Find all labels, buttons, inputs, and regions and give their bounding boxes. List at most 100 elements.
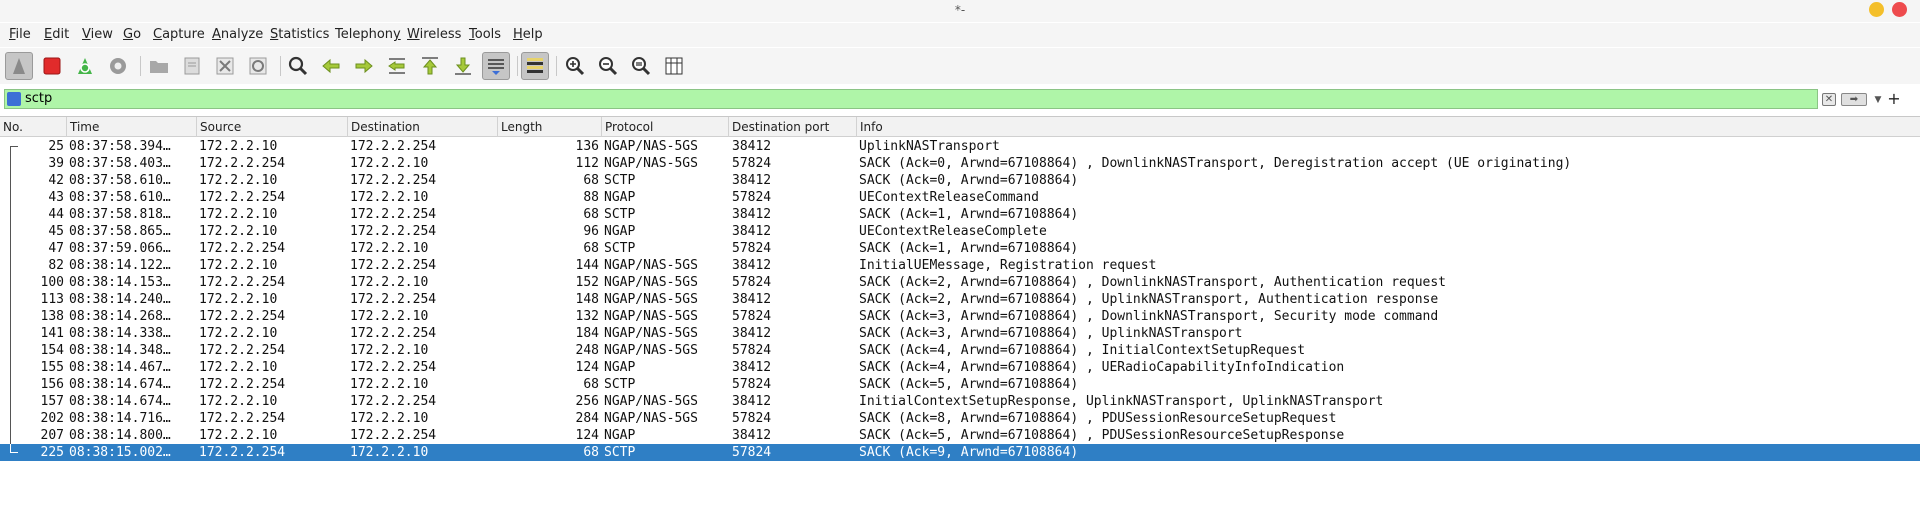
packet-list-header: No. Time Source Destination Length Proto…: [0, 117, 1920, 137]
packet-cell-info: SACK (Ack=5, Arwnd=67108864): [859, 377, 1079, 392]
zoom-in-button[interactable]: [561, 52, 589, 80]
packet-row[interactable]: 25 08:37:58.394… 172.2.2.10 172.2.2.254 136 N…: [0, 138, 1920, 155]
packet-cell-src: 172.2.2.254: [199, 309, 286, 324]
packet-cell-proto: NGAP/NAS-5GS: [604, 309, 698, 324]
column-header-protocol[interactable]: Protocol: [602, 117, 729, 137]
packet-row[interactable]: 82 08:38:14.122… 172.2.2.10 172.2.2.254 144 N…: [0, 257, 1920, 274]
packet-cell-info: SACK (Ack=0, Arwnd=67108864) , DownlinkN…: [859, 156, 1572, 171]
packet-cell-no: 202: [40, 411, 64, 426]
packet-row[interactable]: 225 08:38:15.002… 172.2.2.254 172.2.2.10 68 S…: [0, 444, 1920, 461]
packet-cell-no: 207: [40, 428, 64, 443]
close-file-icon: [216, 57, 234, 75]
packet-cell-dst: 172.2.2.254: [350, 173, 437, 188]
packet-row[interactable]: 157 08:38:14.674… 172.2.2.10 172.2.2.254 256…: [0, 393, 1920, 410]
packet-cell-len: 124: [575, 428, 599, 443]
resize-columns-button[interactable]: [660, 52, 688, 80]
packet-row[interactable]: 47 08:37:59.066… 172.2.2.254 172.2.2.10 68 SC…: [0, 240, 1920, 257]
packet-row[interactable]: 44 08:37:58.818… 172.2.2.10 172.2.2.254 68 SC…: [0, 206, 1920, 223]
packet-row[interactable]: 155 08:38:14.467… 172.2.2.10 172.2.2.254 124…: [0, 359, 1920, 376]
packet-cell-len: 124: [575, 360, 599, 375]
column-header-destination[interactable]: Destination: [348, 117, 498, 137]
reload-file-button[interactable]: [244, 52, 272, 80]
menu-help[interactable]: Help: [513, 27, 543, 42]
column-header-info[interactable]: Info: [857, 117, 1920, 137]
packet-cell-src: 172.2.2.10: [199, 428, 278, 443]
packet-cell-port: 57824: [732, 309, 772, 324]
last-packet-button[interactable]: [449, 52, 477, 80]
go-to-packet-button[interactable]: [383, 52, 411, 80]
packet-cell-len: 248: [575, 343, 599, 358]
bookmark-icon[interactable]: [7, 92, 21, 106]
capture-options-button[interactable]: [104, 52, 132, 80]
packet-cell-src: 172.2.2.254: [199, 343, 286, 358]
packet-row[interactable]: 100 08:38:14.153… 172.2.2.254 172.2.2.10 152…: [0, 274, 1920, 291]
apply-filter-icon[interactable]: ➡: [1841, 93, 1867, 106]
packet-cell-port: 38412: [732, 258, 772, 273]
go-forward-button[interactable]: [350, 52, 378, 80]
packet-list[interactable]: No. Time Source Destination Length Proto…: [0, 116, 1920, 530]
column-header-time[interactable]: Time: [67, 117, 197, 137]
packet-cell-src: 172.2.2.10: [199, 292, 278, 307]
menu-file[interactable]: File: [9, 27, 31, 42]
menu-wireless[interactable]: Wireless: [407, 27, 461, 42]
find-packet-icon: [288, 56, 308, 76]
packet-row[interactable]: 156 08:38:14.674… 172.2.2.254 172.2.2.10 68 S…: [0, 376, 1920, 393]
chevron-down-icon[interactable]: ▼: [1871, 93, 1885, 107]
column-header-source[interactable]: Source: [197, 117, 348, 137]
packet-cell-info: InitialUEMessage, Registration request: [859, 258, 1157, 273]
packet-cell-len: 148: [575, 292, 599, 307]
menu-statistics[interactable]: Statistics: [270, 27, 329, 42]
packet-row[interactable]: 141 08:38:14.338… 172.2.2.10 172.2.2.254 184…: [0, 325, 1920, 342]
display-filter-input[interactable]: sctp: [25, 91, 52, 107]
packet-cell-proto: NGAP/NAS-5GS: [604, 139, 698, 154]
display-filter-bar[interactable]: sctp ✕ ➡ ▼: [4, 89, 1881, 109]
open-file-button[interactable]: [145, 52, 173, 80]
auto-scroll-button[interactable]: [482, 52, 510, 80]
packet-cell-time: 08:38:14.467…: [69, 360, 171, 375]
packet-cell-len: 68: [583, 173, 599, 188]
packet-cell-time: 08:37:58.818…: [69, 207, 171, 222]
packet-cell-len: 132: [575, 309, 599, 324]
close-window-button[interactable]: [1892, 2, 1907, 17]
packet-cell-info: SACK (Ack=1, Arwnd=67108864): [859, 241, 1079, 256]
menu-go[interactable]: Go: [123, 27, 141, 42]
packet-row[interactable]: 113 08:38:14.240… 172.2.2.10 172.2.2.254 148…: [0, 291, 1920, 308]
packet-cell-proto: NGAP/NAS-5GS: [604, 394, 698, 409]
zoom-out-button[interactable]: [594, 52, 622, 80]
packet-row[interactable]: 207 08:38:14.800… 172.2.2.10 172.2.2.254 124…: [0, 427, 1920, 444]
clear-filter-icon[interactable]: ✕: [1822, 93, 1836, 106]
menu-capture[interactable]: Capture: [153, 27, 205, 42]
packet-row[interactable]: 154 08:38:14.348… 172.2.2.254 172.2.2.10 248…: [0, 342, 1920, 359]
close-file-button[interactable]: [211, 52, 239, 80]
packet-cell-no: 138: [40, 309, 64, 324]
add-filter-button[interactable]: +: [1886, 90, 1902, 108]
restart-capture-button[interactable]: [71, 52, 99, 80]
find-packet-button[interactable]: [284, 52, 312, 80]
packet-row[interactable]: 138 08:38:14.268… 172.2.2.254 172.2.2.10 132…: [0, 308, 1920, 325]
column-header-destination-port[interactable]: Destination port: [729, 117, 857, 137]
menu-telephony[interactable]: Telephony: [335, 27, 401, 42]
stop-capture-button[interactable]: [38, 52, 66, 80]
start-capture-button[interactable]: [5, 52, 33, 80]
packet-row[interactable]: 43 08:37:58.610… 172.2.2.254 172.2.2.10 88 NG…: [0, 189, 1920, 206]
packet-row[interactable]: 45 08:37:58.865… 172.2.2.10 172.2.2.254 96 NG…: [0, 223, 1920, 240]
menu-analyze[interactable]: Analyze: [212, 27, 263, 42]
column-header-length[interactable]: Length: [498, 117, 602, 137]
save-file-button[interactable]: [178, 52, 206, 80]
auto-scroll-icon: [488, 59, 504, 75]
colorize-button[interactable]: [521, 52, 549, 80]
first-packet-button[interactable]: [416, 52, 444, 80]
menu-tools[interactable]: Tools: [469, 27, 501, 42]
go-back-button[interactable]: [317, 52, 345, 80]
normal-size-button[interactable]: [627, 52, 655, 80]
column-header-no[interactable]: No.: [0, 117, 67, 137]
minimize-button[interactable]: [1869, 2, 1884, 17]
conversation-line: [10, 274, 11, 291]
menu-edit[interactable]: Edit: [44, 27, 69, 42]
packet-row[interactable]: 42 08:37:58.610… 172.2.2.10 172.2.2.254 68 SC…: [0, 172, 1920, 189]
packet-row[interactable]: 202 08:38:14.716… 172.2.2.254 172.2.2.10 284…: [0, 410, 1920, 427]
menu-view[interactable]: View: [82, 27, 113, 42]
packet-cell-proto: SCTP: [604, 207, 636, 222]
packet-cell-time: 08:37:58.610…: [69, 173, 171, 188]
packet-row[interactable]: 39 08:37:58.403… 172.2.2.254 172.2.2.10 112 N…: [0, 155, 1920, 172]
